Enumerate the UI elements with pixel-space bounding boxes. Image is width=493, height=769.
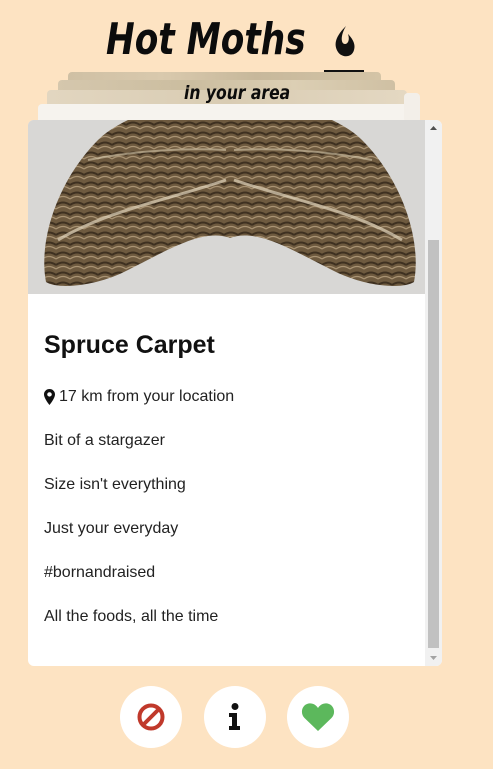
profile-name: Spruce Carpet — [44, 331, 215, 359]
bio-line: #bornandraised — [44, 564, 156, 581]
app-title: Hot Moths — [106, 14, 306, 65]
bio-line: All the foods, all the time — [44, 608, 219, 625]
action-bar — [0, 686, 493, 750]
location-distance: 17 km from your location — [59, 388, 235, 405]
scroll-thumb[interactable] — [428, 240, 439, 648]
moth-photo — [28, 120, 425, 294]
location-row: 17 km from your location — [44, 388, 234, 406]
app-subtitle: in your area — [184, 82, 291, 104]
like-button[interactable] — [287, 686, 349, 748]
stacked-card — [404, 93, 420, 123]
bio-line: Bit of a stargazer — [44, 432, 165, 449]
info-icon — [229, 703, 240, 730]
scroll-up-arrow-icon[interactable] — [425, 120, 442, 137]
card-scrollbar[interactable] — [425, 120, 442, 666]
profile-card[interactable]: Spruce Carpet 17 km from your location B… — [28, 120, 442, 666]
info-button[interactable] — [204, 686, 266, 748]
bio-line: Just your everyday — [44, 520, 179, 537]
scroll-down-arrow-icon[interactable] — [425, 649, 442, 666]
flame-icon — [324, 26, 364, 74]
heart-icon — [301, 703, 335, 731]
bio-line: Size isn't everything — [44, 476, 186, 493]
map-pin-icon — [44, 389, 55, 405]
bio-list: Bit of a stargazer Size isn't everything… — [44, 432, 218, 652]
reject-button[interactable] — [120, 686, 182, 748]
prohibited-icon — [137, 703, 165, 731]
